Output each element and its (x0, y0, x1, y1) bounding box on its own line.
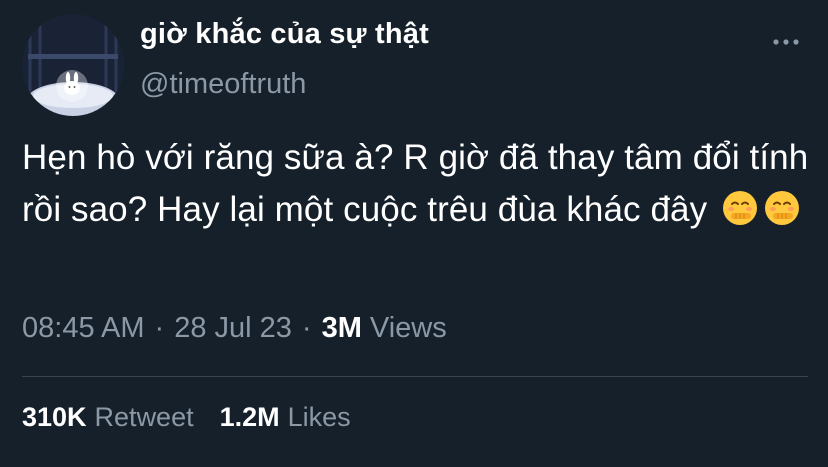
likes-stat[interactable]: 1.2M Likes (220, 402, 351, 432)
views-label: Views (369, 312, 447, 344)
face-with-hand-over-mouth-icon (721, 189, 759, 242)
more-options-button[interactable] (766, 28, 806, 56)
retweets-stat[interactable]: 310K Retweet (22, 402, 194, 432)
face-with-hand-over-mouth-icon (763, 189, 801, 242)
tweet-stats: 310K Retweet 1.2M Likes (22, 402, 351, 433)
tweet-text: Hẹn hò với răng sữa à? R giờ đã thay tâm… (22, 132, 812, 242)
avatar[interactable] (22, 14, 124, 116)
tweet-date[interactable]: 28 Jul 23 (174, 312, 292, 344)
views-count: 3M (321, 312, 362, 344)
tweet-card: giờ khắc của sự thật @timeoftruth Hẹn hò… (0, 0, 828, 467)
tweet-meta: 08:45 AM · 28 Jul 23 · 3M Views (22, 312, 447, 345)
ellipsis-icon (773, 39, 799, 45)
user-handle[interactable]: @timeoftruth (140, 68, 306, 101)
likes-label: Likes (287, 402, 351, 432)
retweets-count: 310K (22, 402, 87, 432)
tweet-text-body: Hẹn hò với răng sữa à? R giờ đã thay tâm… (22, 138, 809, 229)
tweet-time[interactable]: 08:45 AM (22, 312, 145, 344)
meta-separator: · (154, 312, 165, 344)
likes-count: 1.2M (219, 402, 280, 432)
display-name[interactable]: giờ khắc của sự thật (140, 18, 429, 51)
retweets-label: Retweet (94, 402, 194, 432)
avatar-image (22, 14, 124, 116)
meta-separator: · (301, 312, 312, 344)
divider (22, 376, 808, 377)
